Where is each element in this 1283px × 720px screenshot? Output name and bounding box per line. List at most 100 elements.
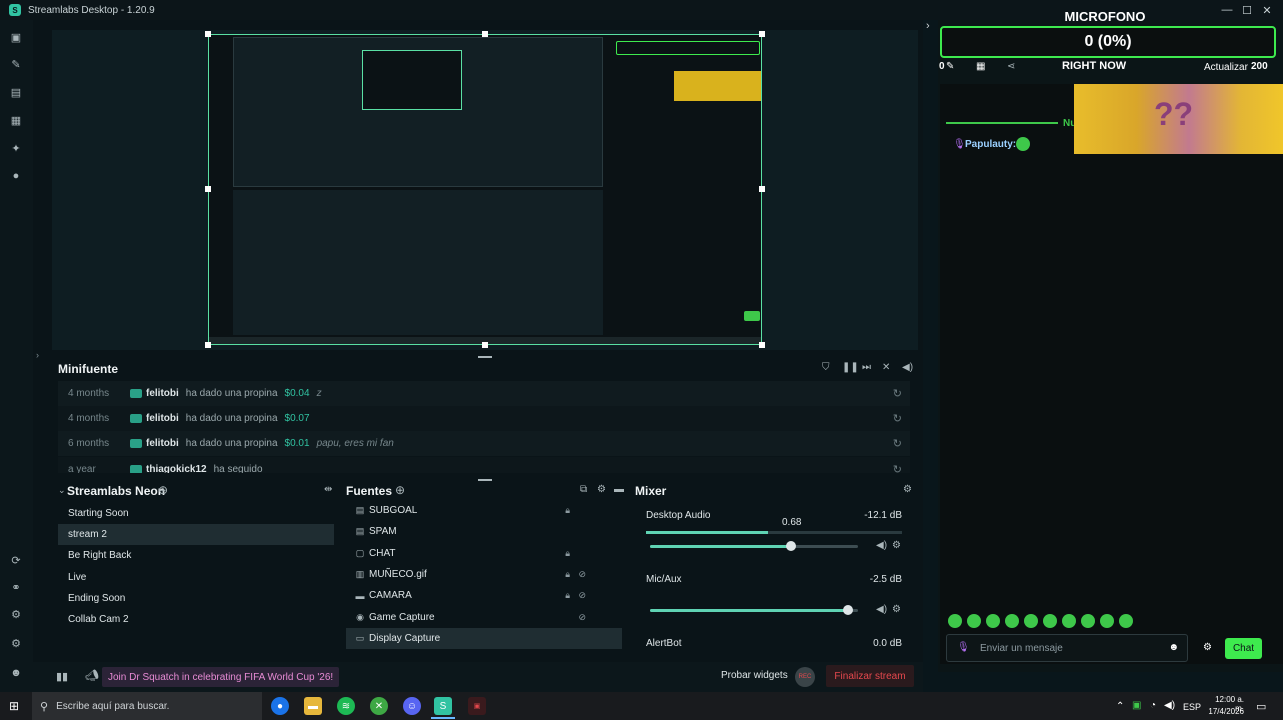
profile-icon[interactable]: ☻ xyxy=(9,666,23,680)
edit-icon[interactable]: ✎ xyxy=(946,61,954,72)
lock-icon[interactable]: 🔒︎ xyxy=(565,569,570,580)
channel-settings-icon[interactable]: ⚙ xyxy=(892,604,901,615)
add-group-icon[interactable]: ⧉ xyxy=(580,484,587,495)
lock-icon[interactable]: 🔒︎ xyxy=(565,548,570,559)
channel-settings-icon[interactable]: ⚙ xyxy=(892,540,901,551)
volume-tray-icon[interactable]: ◀) xyxy=(1164,700,1175,711)
source-item[interactable]: ▤ SPAM xyxy=(346,521,622,542)
transitions-icon[interactable]: ⇹ xyxy=(324,484,332,495)
windows-start-icon[interactable]: ⊞ xyxy=(9,699,19,713)
promo-banner[interactable]: Join Dr Squatch in celebrating FIFA Worl… xyxy=(102,667,340,687)
widget-icon[interactable]: ⚙ xyxy=(9,607,23,621)
collapse-panel-icon[interactable]: › xyxy=(926,20,930,32)
mixer-settings-icon[interactable]: ⚙ xyxy=(903,484,912,495)
source-item[interactable]: ▭ Display Capture xyxy=(346,628,622,649)
scene-item[interactable]: Be Right Back xyxy=(58,545,334,566)
taskbar-search[interactable]: ⚲ Escribe aquí para buscar. xyxy=(32,692,262,720)
maximize-button[interactable]: ☐ xyxy=(1236,0,1258,20)
filter-icon[interactable]: ⛉ xyxy=(822,362,830,373)
scene-item[interactable]: stream 2 xyxy=(58,524,334,545)
emote-icon[interactable] xyxy=(1024,614,1038,628)
lock-icon[interactable]: 🔒︎ xyxy=(565,590,570,601)
settings-icon[interactable]: ⚙ xyxy=(9,636,23,650)
tray-app-icon[interactable]: ▣ xyxy=(1132,700,1141,711)
activity-row[interactable]: a year thiagokick12 ha seguido ↻ xyxy=(58,457,910,473)
mute-alerts-icon[interactable]: ✕ xyxy=(882,362,890,373)
chat-send-button[interactable]: Chat xyxy=(1225,638,1262,659)
drag-divider-icon[interactable] xyxy=(478,356,492,358)
store-icon[interactable]: ▤ xyxy=(9,85,23,99)
skip-icon[interactable]: ⏭ xyxy=(862,362,871,373)
record-button[interactable]: REC xyxy=(795,667,815,687)
resize-handle[interactable] xyxy=(759,342,765,348)
highlighter-icon[interactable]: ✦ xyxy=(9,141,23,155)
end-stream-button[interactable]: Finalizar stream xyxy=(826,665,914,687)
hidden-eye-icon[interactable]: ⊘ xyxy=(578,590,586,601)
source-item[interactable]: ▢ CHAT 🔒︎ xyxy=(346,543,622,564)
tray-chevron-icon[interactable]: ⌃ xyxy=(1116,701,1124,712)
add-scene-icon[interactable]: ⊕ xyxy=(158,483,168,497)
layout-icon[interactable]: ▦ xyxy=(9,113,23,127)
emote-icon[interactable] xyxy=(1081,614,1095,628)
expand-arrow-icon[interactable]: › xyxy=(36,350,39,360)
scene-item[interactable]: Starting Soon xyxy=(58,503,334,524)
emote-icon[interactable] xyxy=(986,614,1000,628)
file-explorer-icon[interactable]: ▬ xyxy=(304,697,322,715)
scene-item[interactable]: Collab Cam 2 xyxy=(58,609,334,630)
minimize-button[interactable]: — xyxy=(1216,0,1238,20)
lock-icon[interactable]: 🔒︎ xyxy=(565,505,570,516)
resize-handle[interactable] xyxy=(205,31,211,37)
replay-icon[interactable]: ↻ xyxy=(893,387,902,400)
emote-icon[interactable] xyxy=(1005,614,1019,628)
chat-input[interactable]: 🎙︎ Enviar un mensaje ☻ xyxy=(946,634,1188,662)
network-icon[interactable]: ◔ xyxy=(1150,700,1156,711)
emoji-picker-icon[interactable]: ☻ xyxy=(1168,642,1179,653)
display-capture-preview[interactable] xyxy=(208,34,762,345)
themes-icon[interactable]: ✎ xyxy=(9,57,23,71)
hidden-eye-icon[interactable]: ⊘ xyxy=(578,569,586,580)
emote-icon[interactable] xyxy=(1100,614,1114,628)
studio-icon[interactable]: ▣ xyxy=(9,30,23,44)
link-icon[interactable]: ⚭ xyxy=(9,580,23,594)
activity-row[interactable]: 4 months felitobi ha dado una propina $0… xyxy=(58,381,910,406)
speaker-icon[interactable]: ◀) xyxy=(876,540,887,551)
emote-icon[interactable] xyxy=(1062,614,1076,628)
replay-icon[interactable]: ↻ xyxy=(893,412,902,425)
emote-icon[interactable] xyxy=(948,614,962,628)
resize-handle[interactable] xyxy=(759,186,765,192)
resize-handle[interactable] xyxy=(482,31,488,37)
language-indicator[interactable]: ESP xyxy=(1183,702,1201,712)
add-source-icon[interactable]: ⊕ xyxy=(395,483,405,497)
speaker-icon[interactable]: ◀) xyxy=(876,604,887,615)
drag-divider-icon[interactable] xyxy=(478,479,492,481)
chat-settings-icon[interactable]: ⚙ xyxy=(1203,642,1212,653)
emote-icon[interactable] xyxy=(1119,614,1133,628)
source-item[interactable]: ◉ Game Capture ⊘ xyxy=(346,607,622,628)
collection-dropdown-icon[interactable]: ⌄ xyxy=(58,485,66,496)
clock-date[interactable]: 17/4/2026 xyxy=(1204,707,1244,716)
close-button[interactable]: ✕ xyxy=(1256,0,1278,20)
source-item[interactable]: ▬ CAMARA 🔒︎ ⊘ xyxy=(346,585,622,606)
scene-collection-title[interactable]: Streamlabs Neon xyxy=(67,484,165,498)
record-icon[interactable]: ● xyxy=(9,169,23,183)
share-icon[interactable]: ⋖ xyxy=(1007,61,1015,72)
source-item[interactable]: ▥ MUÑECO.gif 🔒︎ ⊘ xyxy=(346,564,622,585)
source-item[interactable]: ▤ SUBGOAL 🔒︎ xyxy=(346,500,622,521)
volume-slider[interactable] xyxy=(650,541,858,551)
volume-icon[interactable]: ◀) xyxy=(902,362,913,373)
app-icon[interactable]: ▣ xyxy=(468,697,486,715)
pause-icon[interactable]: ❚❚ xyxy=(842,362,859,373)
activity-row[interactable]: 4 months felitobi ha dado una propina $0… xyxy=(58,406,910,431)
resize-handle[interactable] xyxy=(482,342,488,348)
performance-icon[interactable]: ▮▮ xyxy=(56,670,68,683)
hidden-eye-icon[interactable]: ⊘ xyxy=(578,612,586,623)
dashboard-icon[interactable]: ⟳ xyxy=(9,553,23,567)
emote-icon[interactable] xyxy=(1043,614,1057,628)
streamlabs-taskbar-icon[interactable]: S xyxy=(434,697,452,715)
replay-icon[interactable]: ↻ xyxy=(893,437,902,450)
chrome-icon[interactable]: ● xyxy=(271,697,289,715)
notifications-icon[interactable]: ▭ xyxy=(1256,700,1266,713)
volume-slider[interactable] xyxy=(650,605,858,615)
spotify-icon[interactable]: ≋ xyxy=(337,697,355,715)
scene-item[interactable]: Ending Soon xyxy=(58,588,334,609)
